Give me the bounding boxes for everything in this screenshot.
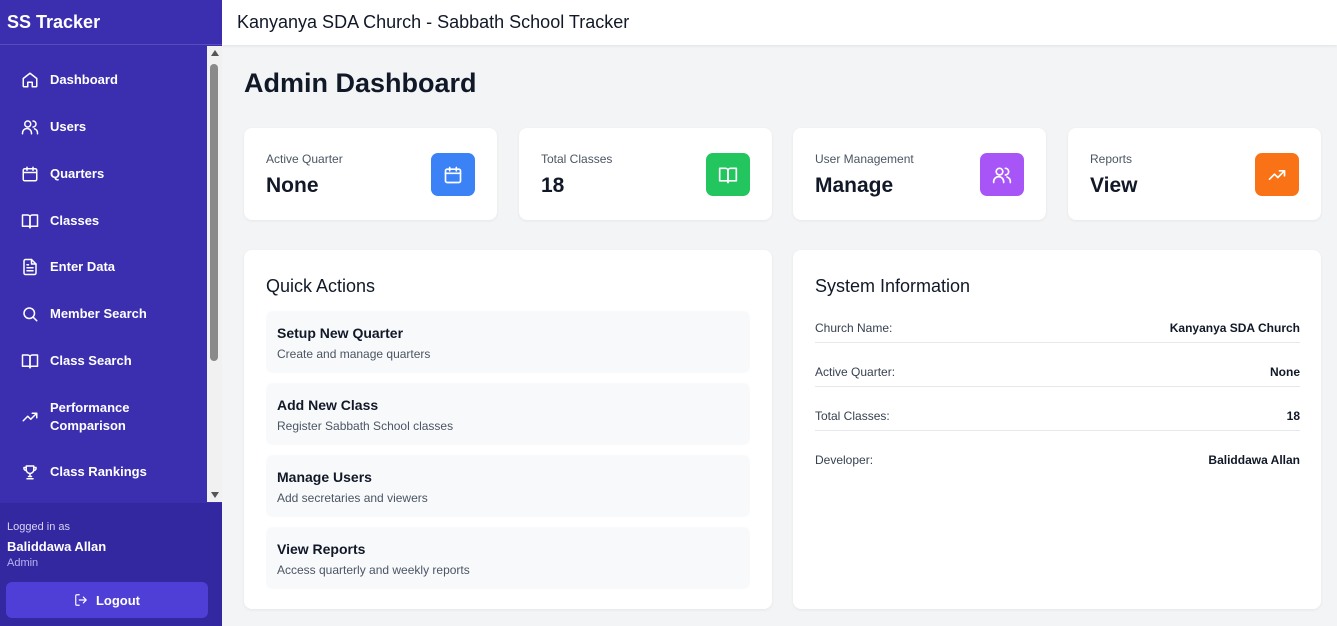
info-value: Kanyanya SDA Church (1169, 321, 1300, 335)
info-row-total-classes: Total Classes: 18 (815, 409, 1300, 431)
stat-value: 18 (541, 174, 565, 197)
sidebar-item-label: Enter Data (50, 259, 116, 274)
users-icon (980, 153, 1024, 196)
stat-card-active-quarter[interactable]: Active Quarter None (244, 128, 497, 220)
quick-action-setup-quarter[interactable]: Setup New Quarter Create and manage quar… (266, 311, 750, 373)
stat-label: User Management (815, 152, 914, 166)
quick-action-title: View Reports (277, 541, 366, 557)
sidebar-item-performance-comparison[interactable]: Performance Comparison (0, 399, 207, 435)
sidebar-item-member-search[interactable]: Member Search (0, 305, 207, 323)
sidebar-item-label: Users (50, 119, 87, 134)
quick-action-title: Manage Users (277, 469, 372, 485)
stat-card-user-management[interactable]: User Management Manage (793, 128, 1046, 220)
quick-action-desc: Access quarterly and weekly reports (277, 563, 470, 577)
sidebar-item-label: Class Rankings (50, 464, 147, 479)
stat-label: Active Quarter (266, 152, 343, 166)
header-title: Kanyanya SDA Church - Sabbath School Tra… (237, 12, 630, 32)
page-title: Admin Dashboard (244, 68, 477, 98)
quick-action-desc: Add secretaries and viewers (277, 491, 428, 505)
user-panel: Logged in as Baliddawa Allan Admin Logou… (0, 503, 222, 626)
quick-action-manage-users[interactable]: Manage Users Add secretaries and viewers (266, 455, 750, 517)
file-text-icon (21, 258, 39, 276)
stat-value: Manage (815, 174, 894, 197)
quick-action-desc: Register Sabbath School classes (277, 419, 454, 433)
info-value: Baliddawa Allan (1208, 453, 1300, 467)
logout-button[interactable]: Logout (6, 582, 208, 618)
system-info-panel: System Information Church Name: Kanyanya… (793, 250, 1321, 609)
stat-value: None (266, 174, 319, 197)
top-header: Kanyanya SDA Church - Sabbath School Tra… (222, 0, 1337, 45)
sidebar-item-dashboard[interactable]: Dashboard (0, 71, 207, 89)
sidebar-item-label: Classes (50, 213, 100, 228)
info-row-active-quarter: Active Quarter: None (815, 365, 1300, 387)
sidebar-item-label: Quarters (50, 166, 105, 181)
sidebar-item-classes[interactable]: Classes (0, 212, 207, 230)
calendar-icon (21, 165, 39, 183)
users-icon (21, 118, 39, 136)
calendar-icon (431, 153, 475, 196)
info-key: Total Classes: (815, 409, 890, 423)
info-key: Church Name: (815, 321, 893, 335)
logout-label: Logout (95, 592, 141, 608)
scrollbar-thumb[interactable] (210, 64, 218, 361)
book-icon (706, 153, 750, 196)
stat-card-total-classes[interactable]: Total Classes 18 (519, 128, 772, 220)
user-name: Baliddawa Allan (7, 539, 107, 554)
trending-up-icon (21, 408, 39, 426)
trending-up-icon (1255, 153, 1299, 196)
stat-card-reports[interactable]: Reports View (1068, 128, 1321, 220)
sidebar-item-class-rankings[interactable]: Class Rankings (0, 463, 207, 481)
logout-icon (75, 594, 87, 606)
stat-label: Reports (1090, 152, 1133, 166)
logged-in-label: Logged in as (7, 521, 70, 533)
info-value: 18 (1286, 409, 1300, 423)
sidebar: SS Tracker Dashboard Users Quarters Clas… (0, 0, 222, 626)
search-icon (21, 305, 39, 323)
sidebar-nav: Dashboard Users Quarters Classes Enter D… (0, 46, 222, 502)
stat-label: Total Classes (541, 152, 613, 166)
book-icon (21, 212, 39, 230)
quick-action-title: Add New Class (277, 397, 379, 413)
scroll-down-arrow-icon[interactable] (207, 488, 222, 502)
info-key: Active Quarter: (815, 365, 896, 379)
trophy-icon (21, 463, 39, 481)
stat-value: View (1090, 174, 1138, 197)
panel-title: System Information (815, 276, 971, 296)
sidebar-item-class-search[interactable]: Class Search (0, 352, 207, 370)
quick-action-title: Setup New Quarter (277, 325, 404, 341)
sidebar-item-label: Member Search (50, 306, 147, 321)
sidebar-item-label: Dashboard (50, 72, 118, 87)
panel-title: Quick Actions (266, 276, 376, 296)
home-icon (21, 71, 39, 89)
info-key: Developer: (815, 453, 874, 467)
quick-action-desc: Create and manage quarters (277, 347, 431, 361)
info-row-developer: Developer: Baliddawa Allan (815, 453, 1300, 475)
brand-title: SS Tracker (0, 0, 222, 45)
info-row-church-name: Church Name: Kanyanya SDA Church (815, 321, 1300, 343)
sidebar-scrollbar[interactable] (207, 46, 222, 502)
sidebar-item-enter-data[interactable]: Enter Data (0, 258, 207, 276)
sidebar-item-label: Performance Comparison (50, 400, 130, 433)
quick-actions-panel: Quick Actions Setup New Quarter Create a… (244, 250, 772, 609)
info-value: None (1270, 365, 1300, 379)
user-role: Admin (7, 557, 39, 569)
sidebar-item-label: Class Search (50, 353, 132, 368)
quick-action-view-reports[interactable]: View Reports Access quarterly and weekly… (266, 527, 750, 589)
book-icon (21, 352, 39, 370)
quick-action-add-class[interactable]: Add New Class Register Sabbath School cl… (266, 383, 750, 445)
sidebar-item-quarters[interactable]: Quarters (0, 165, 207, 183)
scroll-up-arrow-icon[interactable] (207, 46, 222, 60)
sidebar-item-users[interactable]: Users (0, 118, 207, 136)
